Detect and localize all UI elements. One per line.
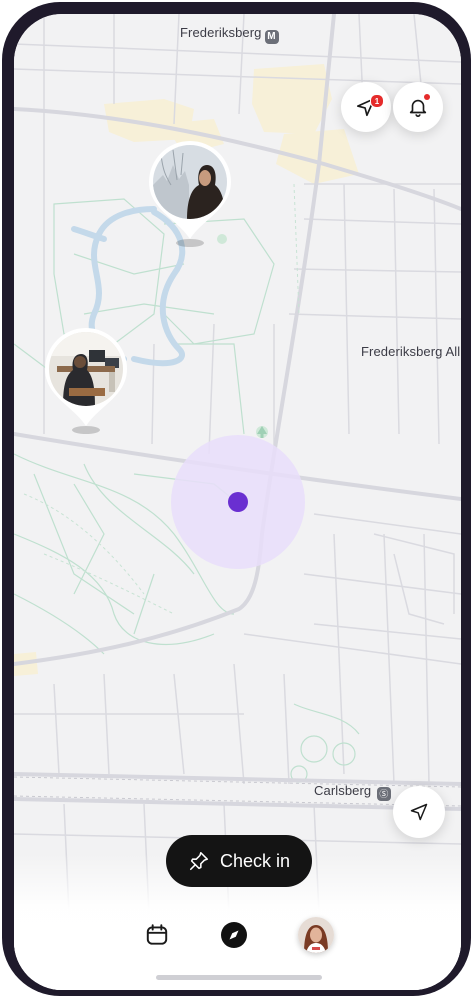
map-label-frederiksberg: Frederiksberg M	[180, 25, 279, 44]
friend-pin-1[interactable]	[147, 139, 233, 251]
calendar-icon	[146, 924, 168, 945]
notifications-button[interactable]	[393, 82, 443, 132]
compass-icon	[221, 922, 247, 948]
explore-badge: 1	[370, 94, 384, 108]
pin-icon	[189, 851, 209, 871]
check-in-label: Check in	[219, 850, 291, 871]
friend-photo-1	[153, 145, 227, 219]
train-icon: Ⓢ	[376, 787, 391, 801]
location-arrow-icon	[410, 803, 428, 821]
tab-explore[interactable]	[216, 917, 252, 953]
friend-photo-2	[49, 332, 123, 406]
explore-button[interactable]: 1	[341, 82, 391, 132]
notification-dot	[424, 94, 430, 100]
app-screen: Frederiksberg M Frederiksberg All Carlsbe…	[14, 14, 461, 990]
map-label-carlsberg: Carlsberg Ⓢ	[314, 783, 391, 801]
profile-avatar	[298, 917, 334, 953]
frederiksberg-label-text: Frederiksberg	[180, 25, 262, 40]
tab-profile[interactable]	[297, 916, 335, 954]
user-location-dot	[228, 492, 248, 512]
metro-icon: M	[264, 29, 279, 44]
friend-pin-2[interactable]	[43, 326, 129, 438]
carlsberg-label-text: Carlsberg	[314, 783, 372, 798]
home-indicator	[156, 975, 322, 980]
check-in-button[interactable]: Check in	[166, 835, 312, 887]
recenter-button[interactable]	[393, 786, 445, 838]
tab-calendar[interactable]	[139, 917, 175, 953]
map-label-frederiksberg-alle: Frederiksberg All	[361, 344, 461, 359]
phone-frame: Frederiksberg M Frederiksberg All Carlsbe…	[2, 2, 471, 996]
